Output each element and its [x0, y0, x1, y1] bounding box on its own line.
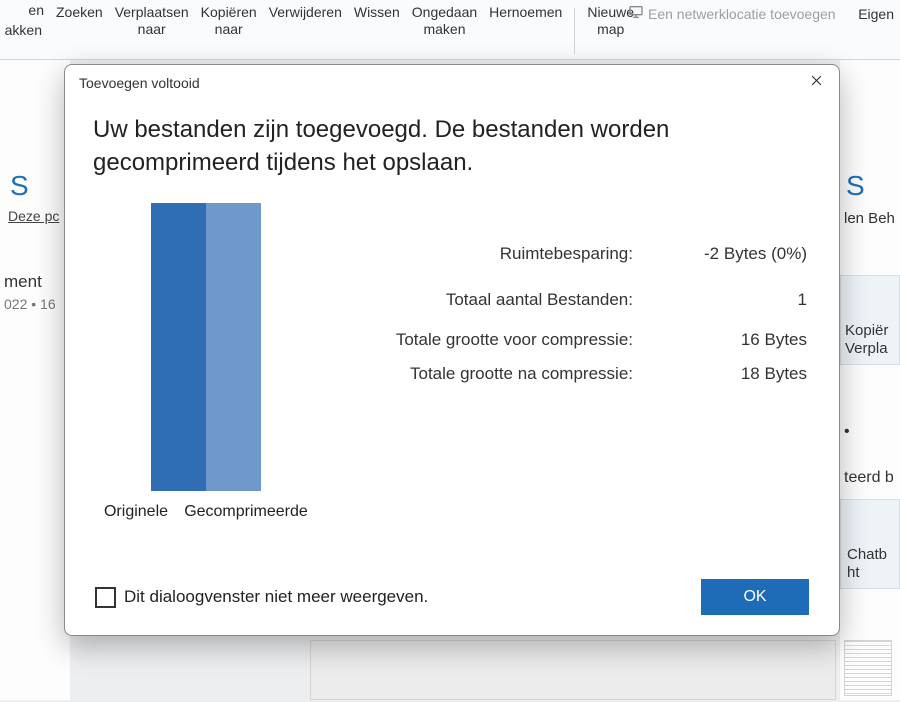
chart-labels: Originele Gecomprimeerde: [96, 503, 316, 521]
right-card-chat-line2: ht: [847, 564, 899, 582]
close-icon: [809, 73, 824, 93]
right-text-3: teerd b: [840, 469, 900, 487]
left-panel: S Deze pc ment 022 • 16: [0, 60, 70, 700]
ok-button[interactable]: OK: [701, 579, 809, 615]
dont-show-checkbox[interactable]: [95, 587, 116, 608]
stat-space-savings: Ruimtebesparing: -2 Bytes (0%): [345, 231, 813, 277]
right-card-chat-line1: Chatb: [847, 546, 899, 564]
dialog-titlebar: Toevoegen voltooid: [65, 65, 839, 101]
right-text-2: •: [840, 423, 900, 441]
lines-preview: [844, 640, 892, 696]
stat-value: 1: [673, 290, 813, 310]
left-heading: S: [10, 170, 70, 202]
compression-chart: [151, 201, 261, 491]
ribbon-divider: [574, 8, 575, 54]
right-card-chat[interactable]: Chatb ht: [840, 499, 900, 589]
right-card-1-line2: Verpla: [845, 340, 899, 358]
ribbon-fragment-top: en: [4, 2, 44, 18]
ribbon-toolbar: en akken Zoeken Verplaatsennaar Kopiëren…: [0, 0, 900, 60]
ribbon-kopieren[interactable]: Kopiërennaar: [195, 4, 263, 56]
stat-value: 18 Bytes: [673, 364, 813, 384]
ribbon-hernoemen[interactable]: Hernoemen: [483, 4, 568, 56]
ribbon-verwijderen[interactable]: Verwijderen: [263, 4, 348, 56]
chart-label-original: Originele: [96, 503, 176, 521]
bottom-panel: [310, 640, 836, 700]
left-card-title: ment: [4, 272, 69, 292]
stat-label: Totale grootte voor compressie:: [345, 330, 633, 350]
dont-show-label[interactable]: Dit dialoogvenster niet meer weergeven.: [124, 587, 428, 607]
ribbon-eigen[interactable]: Eigen: [858, 6, 894, 22]
dialog-title-text: Toevoegen voltooid: [79, 75, 200, 91]
left-card[interactable]: ment 022 • 16: [0, 264, 70, 344]
ribbon-netwerk[interactable]: Een netwerklocatie toevoegen: [648, 6, 836, 22]
stats-column: Ruimtebesparing: -2 Bytes (0%) Totaal aa…: [345, 201, 813, 573]
stat-size-before: Totale grootte voor compressie: 16 Bytes: [345, 323, 813, 357]
left-card-sub: 022 • 16: [4, 296, 69, 312]
ribbon-zoeken[interactable]: Zoeken: [50, 4, 109, 56]
ribbon-wissen[interactable]: Wissen: [348, 4, 406, 56]
dialog-content: Originele Gecomprimeerde Ruimtebesparing…: [91, 201, 813, 573]
right-heading: S: [846, 170, 900, 202]
dialog-body: Uw bestanden zijn toegevoegd. De bestand…: [65, 101, 839, 635]
chart-label-compressed: Gecomprimeerde: [176, 503, 316, 521]
right-card-1[interactable]: Kopiër Verpla: [840, 275, 900, 365]
dialog-add-complete: Toevoegen voltooid Uw bestanden zijn toe…: [64, 64, 840, 636]
stat-label: Ruimtebesparing:: [345, 244, 633, 264]
ribbon-fragment-bottom: akken: [0, 22, 42, 38]
stat-label: Totaal aantal Bestanden:: [345, 290, 633, 310]
chart-bar-original: [151, 203, 206, 491]
dialog-message: Uw bestanden zijn toegevoegd. De bestand…: [93, 113, 807, 179]
monitor-icon: [628, 4, 644, 25]
right-card-1-line1: Kopiër: [845, 322, 899, 340]
right-panel: S len Beh Kopiër Verpla • teerd b Chatb …: [840, 60, 900, 700]
close-button[interactable]: [803, 70, 829, 96]
stat-value: 16 Bytes: [673, 330, 813, 350]
stat-total-files: Totaal aantal Bestanden: 1: [345, 277, 813, 323]
stat-size-after: Totale grootte na compressie: 18 Bytes: [345, 357, 813, 391]
chart-bar-compressed: [206, 203, 261, 491]
dialog-footer: Dit dialoogvenster niet meer weergeven. …: [91, 573, 813, 621]
right-text-1: len Beh: [844, 210, 900, 227]
ribbon-verplaatsen[interactable]: Verplaatsennaar: [109, 4, 195, 56]
chart-column: Originele Gecomprimeerde: [91, 201, 321, 573]
deze-pc-link[interactable]: Deze pc: [8, 208, 70, 224]
stat-value: -2 Bytes (0%): [673, 244, 813, 264]
ribbon-ongedaan[interactable]: Ongedaanmaken: [406, 4, 483, 56]
stat-label: Totale grootte na compressie:: [345, 364, 633, 384]
